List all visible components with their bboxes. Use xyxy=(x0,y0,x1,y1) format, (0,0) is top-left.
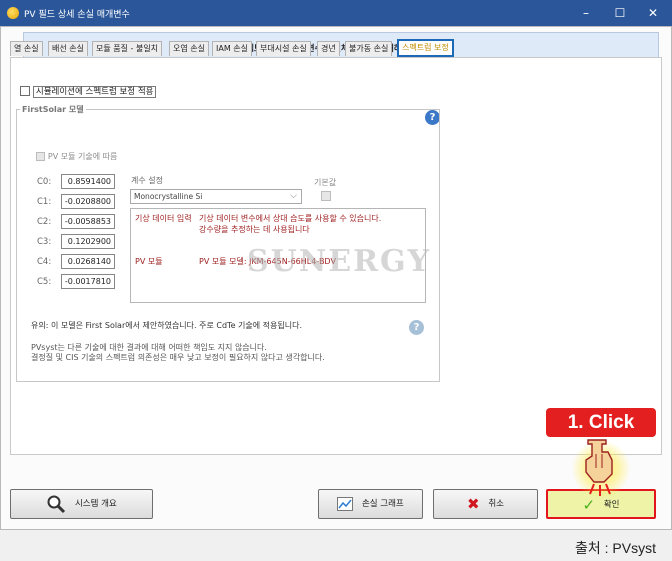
default-checkbox[interactable] xyxy=(321,191,331,201)
coef-label-c1: C1: xyxy=(37,197,52,207)
default-label: 기본값 xyxy=(314,178,337,187)
tab-soiling-loss[interactable]: 오염 손실 xyxy=(169,41,209,56)
source-caption: 출처 : PVsyst xyxy=(575,540,656,556)
tab-auxiliaries-loss[interactable]: 부대시설 손실 xyxy=(256,41,311,56)
magnifier-icon xyxy=(47,495,66,514)
coef-label-c0: C0: xyxy=(37,177,52,187)
coef-c5-field[interactable]: -0.0017810 xyxy=(61,274,115,289)
coef-label-c5: C5: xyxy=(37,277,52,287)
maximize-button[interactable]: ☐ xyxy=(606,3,634,23)
coef-label-c2: C2: xyxy=(37,217,52,227)
coef-label-c3: C3: xyxy=(37,237,52,247)
pointer-hand-icon xyxy=(585,439,613,496)
system-overview-button[interactable]: 시스템 개요 xyxy=(10,489,153,519)
enable-spectral-row[interactable]: 시뮬레이션에 스펙트럼 보정 적용 xyxy=(20,85,157,98)
enable-spectral-checkbox[interactable] xyxy=(20,86,30,96)
help-icon-note[interactable]: ? xyxy=(409,320,424,335)
tab-ohmic-loss[interactable]: 배선 손실 xyxy=(48,41,88,56)
tab-thermal-loss[interactable]: 열 손실 xyxy=(10,41,43,56)
x-icon: ✖ xyxy=(467,495,480,513)
by-technology-checkbox[interactable] xyxy=(36,152,45,161)
ok-label: 확인 xyxy=(603,500,620,510)
tab-module-quality[interactable]: 모듈 품질 - 불일치 xyxy=(92,41,163,56)
cancel-button[interactable]: ✖ 취소 xyxy=(433,489,538,519)
tab-ageing[interactable]: 경년 xyxy=(317,41,340,56)
system-overview-label: 시스템 개요 xyxy=(74,499,117,509)
coef-set-select[interactable]: Monocrystalline Si ⌵ xyxy=(130,189,302,204)
coef-set-label: 계수 설정 xyxy=(131,176,163,185)
tab-spectral-correction[interactable]: 스펙트럼 보정 xyxy=(397,39,454,57)
pv-module-label: PV 모듈 xyxy=(135,257,163,266)
by-technology-label: PV 모듈 기술에 따름 xyxy=(47,152,118,161)
coef-set-value: Monocrystalline Si xyxy=(134,192,203,201)
coef-c2-field[interactable]: -0.0058853 xyxy=(61,214,115,229)
tab-iam-loss[interactable]: IAM 손실 xyxy=(212,41,252,56)
enable-spectral-label: 시뮬레이션에 스펙트럼 보정 적용 xyxy=(32,86,157,98)
click-callout: 1. Click xyxy=(546,408,656,437)
cancel-label: 취소 xyxy=(488,499,504,509)
loss-graph-label: 손실 그래프 xyxy=(361,499,404,509)
by-technology-row[interactable]: PV 모듈 기술에 따름 xyxy=(36,151,117,162)
app-icon xyxy=(7,7,19,19)
note-cdte: 유의: 이 모델은 First Solar에서 제안하였습니다. 주로 CdTe… xyxy=(31,321,303,330)
chart-icon xyxy=(337,497,354,511)
chevron-down-icon: ⌵ xyxy=(290,191,297,201)
window-title: PV 필드 상세 손실 매개변수 xyxy=(24,10,130,20)
weather-text-2: 강수량을 추정하는 데 사용됩니다 xyxy=(199,225,310,234)
group-title: FirstSolar 모델 xyxy=(20,104,86,115)
loss-graph-button[interactable]: 손실 그래프 xyxy=(318,489,423,519)
tab-unavailability-loss[interactable]: 불가동 손실 xyxy=(345,41,393,56)
watermark: SUNERGY xyxy=(247,244,432,279)
minimize-button[interactable]: – xyxy=(572,3,600,23)
weather-label: 기상 데이터 입력 xyxy=(135,214,192,223)
weather-text-1: 기상 데이터 변수에서 상대 습도를 사용할 수 있습니다. xyxy=(199,214,382,223)
coef-c3-field[interactable]: 0.1202900 xyxy=(61,234,115,249)
coef-c4-field[interactable]: 0.0268140 xyxy=(61,254,115,269)
coef-label-c4: C4: xyxy=(37,257,52,267)
note-disclaimer-2: 결정질 및 CIS 기술의 스펙트럼 의존성은 매우 낮고 보정이 필요하지 않… xyxy=(31,353,325,362)
title-bar: PV 필드 상세 손실 매개변수 – ☐ ✕ xyxy=(0,0,672,26)
coef-c0-field[interactable]: 0.8591400 xyxy=(61,174,115,189)
coef-c1-field[interactable]: -0.0208800 xyxy=(61,194,115,209)
close-button[interactable]: ✕ xyxy=(639,3,667,23)
